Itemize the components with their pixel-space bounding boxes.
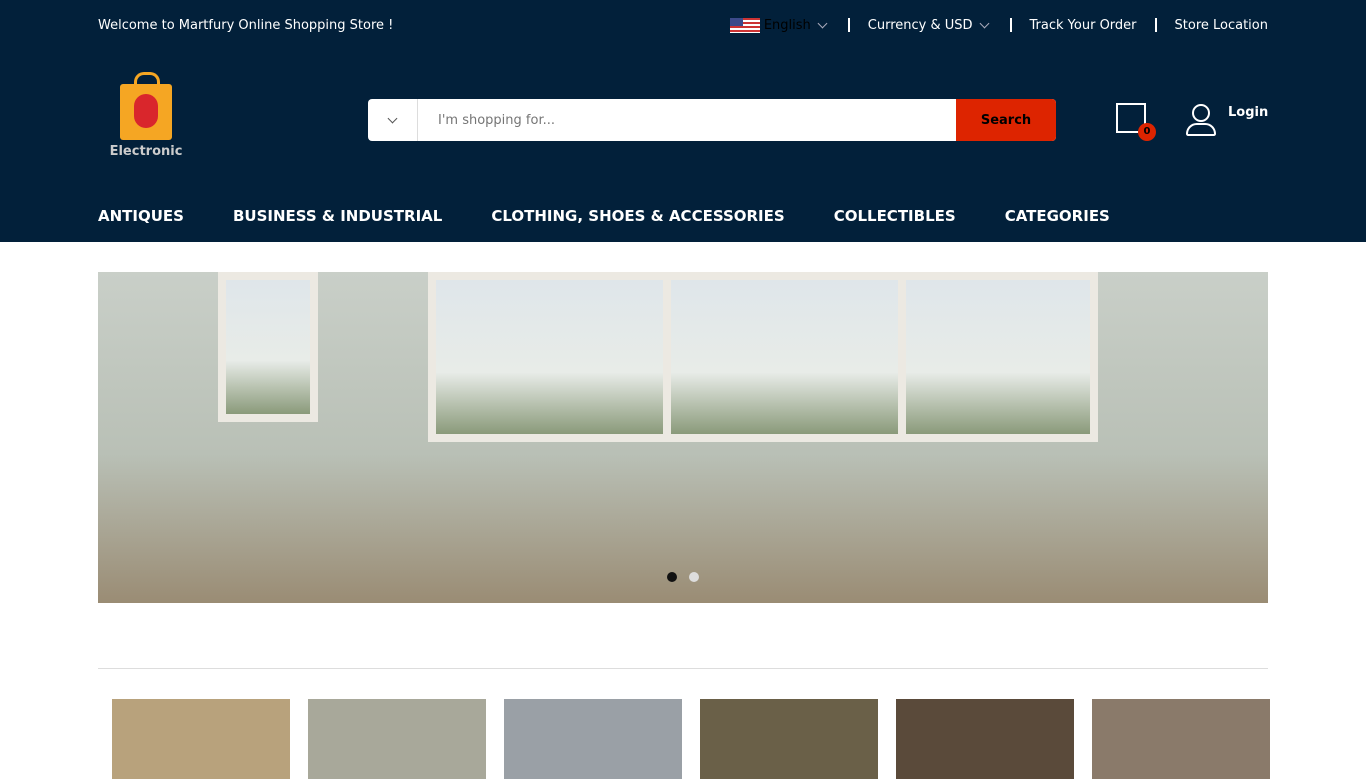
chevron-down-icon: [817, 18, 828, 28]
divider: [1009, 18, 1012, 32]
cart-icon[interactable]: 0: [1116, 103, 1156, 141]
language-selector[interactable]: English: [764, 18, 811, 33]
nav-business-industrial[interactable]: BUSINESS & INDUSTRIAL: [233, 207, 442, 225]
divider: [1154, 18, 1157, 32]
search-input[interactable]: [418, 99, 956, 141]
currency-selector[interactable]: Currency & USD: [868, 18, 973, 33]
category-dropdown[interactable]: [368, 99, 418, 141]
nav-clothing[interactable]: CLOTHING, SHOES & ACCESSORIES: [491, 207, 784, 225]
nav-antiques[interactable]: ANTIQUES: [98, 207, 184, 225]
store-location-link[interactable]: Store Location: [1175, 18, 1268, 33]
welcome-text: Welcome to Martfury Online Shopping Stor…: [98, 17, 394, 33]
top-bar: Welcome to Martfury Online Shopping Stor…: [98, 0, 1268, 50]
logo-text: Electronic: [109, 144, 183, 159]
nav-collectibles[interactable]: COLLECTIBLES: [834, 207, 956, 225]
search-button[interactable]: Search: [956, 99, 1056, 141]
slider-dot-2[interactable]: [689, 572, 699, 582]
window-image: [428, 272, 678, 442]
slider-dots: [667, 572, 699, 582]
window-image: [663, 272, 913, 442]
shopping-bag-logo-icon: [120, 72, 172, 140]
category-thumbnail[interactable]: [308, 699, 486, 779]
main-nav: ANTIQUES BUSINESS & INDUSTRIAL CLOTHING,…: [98, 207, 1110, 225]
window-image: [898, 272, 1098, 442]
search-bar: Search: [368, 99, 1056, 141]
category-thumbnail[interactable]: [700, 699, 878, 779]
category-thumbnail[interactable]: [1092, 699, 1270, 779]
nav-categories[interactable]: CATEGORIES: [1005, 207, 1110, 225]
section-divider: [98, 668, 1268, 669]
divider: [847, 18, 850, 32]
user-icon[interactable]: [1186, 104, 1216, 136]
login-link[interactable]: Login: [1228, 105, 1268, 120]
category-thumbnail[interactable]: [504, 699, 682, 779]
category-thumbnails: [112, 699, 1270, 779]
logo[interactable]: Electronic: [108, 72, 184, 159]
door-window-image: [218, 272, 318, 422]
chevron-down-icon: [387, 113, 398, 123]
category-thumbnail[interactable]: [112, 699, 290, 779]
cart-count-badge: 0: [1138, 123, 1156, 141]
site-header: Welcome to Martfury Online Shopping Stor…: [0, 0, 1366, 242]
chevron-down-icon: [979, 18, 989, 28]
slider-dot-1[interactable]: [667, 572, 677, 582]
category-thumbnail[interactable]: [896, 699, 1074, 779]
us-flag-icon: [729, 17, 760, 33]
track-order-link[interactable]: Track Your Order: [1030, 18, 1137, 33]
hero-banner-image[interactable]: [98, 272, 1268, 603]
